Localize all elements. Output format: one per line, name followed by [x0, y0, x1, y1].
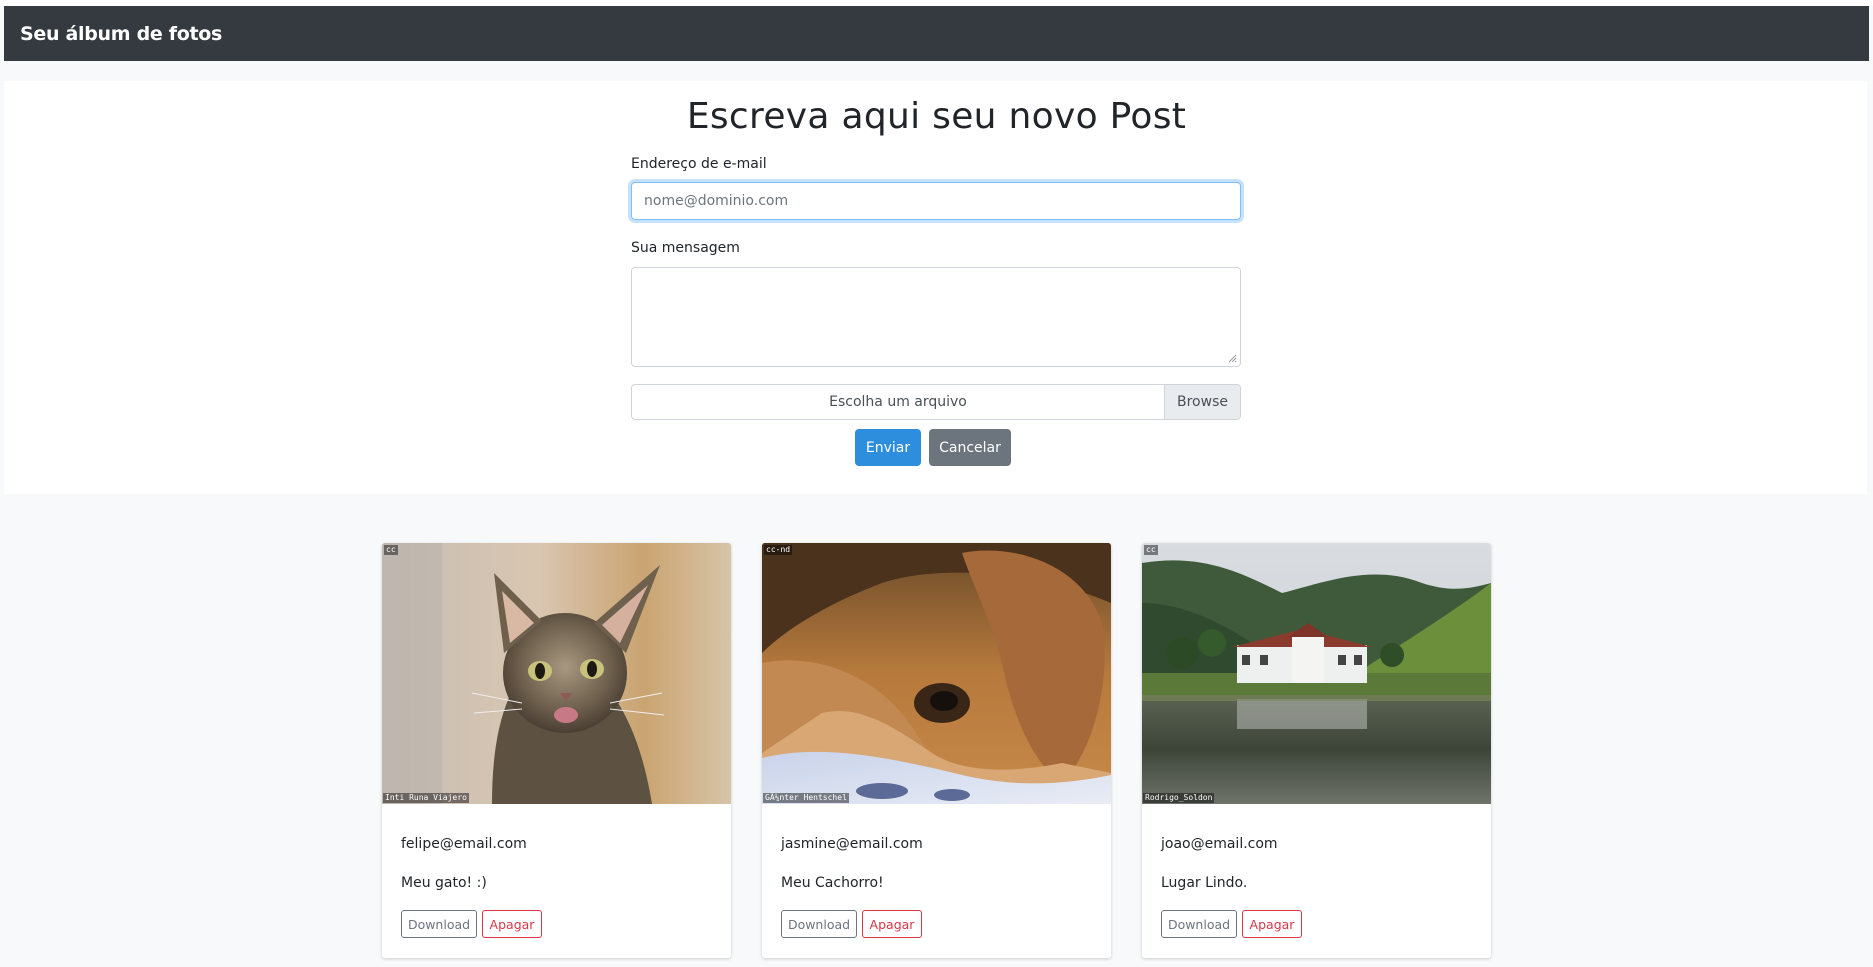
- message-textarea[interactable]: [631, 267, 1241, 367]
- email-label: Endereço de e-mail: [631, 156, 767, 172]
- post-email: joao@email.com: [1161, 836, 1278, 852]
- delete-button[interactable]: Apagar: [1242, 910, 1302, 938]
- post-image: cc Inti Runa Viajero: [382, 543, 731, 804]
- email-field[interactable]: [631, 182, 1241, 220]
- browse-button[interactable]: Browse: [1164, 385, 1240, 419]
- photo-credit: GÃ¼nter Hentschel: [763, 793, 849, 803]
- navbar: Seu álbum de fotos: [4, 6, 1869, 61]
- post-image: cc Rodrigo_Soldon: [1142, 543, 1491, 804]
- post-image: cc-nd GÃ¼nter Hentschel: [762, 543, 1111, 804]
- download-button[interactable]: Download: [1161, 910, 1237, 938]
- post-email: jasmine@email.com: [781, 836, 923, 852]
- resize-grip-icon[interactable]: [1228, 354, 1237, 363]
- license-badge: cc: [384, 545, 398, 555]
- form-title: Escreva aqui seu novo Post: [686, 96, 1187, 137]
- photo-credit: Inti Runa Viajero: [383, 793, 469, 803]
- download-button[interactable]: Download: [401, 910, 477, 938]
- post-message: Meu gato! :): [401, 875, 487, 891]
- delete-button[interactable]: Apagar: [482, 910, 542, 938]
- photo-credit: Rodrigo_Soldon: [1143, 793, 1215, 803]
- dog-photo-icon: [762, 543, 1111, 804]
- file-input-label[interactable]: Escolha um arquivo: [632, 385, 1164, 419]
- post-card: cc Rodrigo_Soldon joao@email.com Lugar L…: [1142, 543, 1491, 958]
- cat-photo-icon: [382, 543, 731, 804]
- post-email: felipe@email.com: [401, 836, 527, 852]
- lake-photo-icon: [1142, 543, 1491, 804]
- file-input[interactable]: Escolha um arquivo Browse: [631, 384, 1241, 420]
- cancel-button[interactable]: Cancelar: [929, 429, 1011, 466]
- license-badge: cc: [1144, 545, 1158, 555]
- download-button[interactable]: Download: [781, 910, 857, 938]
- navbar-brand[interactable]: Seu álbum de fotos: [20, 23, 222, 45]
- message-label: Sua mensagem: [631, 240, 740, 256]
- license-badge: cc-nd: [764, 545, 793, 555]
- post-card: cc-nd GÃ¼nter Hentschel jasmine@email.co…: [762, 543, 1111, 958]
- post-card: cc Inti Runa Viajero felipe@email.com Me…: [382, 543, 731, 958]
- send-button[interactable]: Enviar: [855, 429, 921, 466]
- post-message: Lugar Lindo.: [1161, 875, 1248, 891]
- delete-button[interactable]: Apagar: [862, 910, 922, 938]
- post-message: Meu Cachorro!: [781, 875, 884, 891]
